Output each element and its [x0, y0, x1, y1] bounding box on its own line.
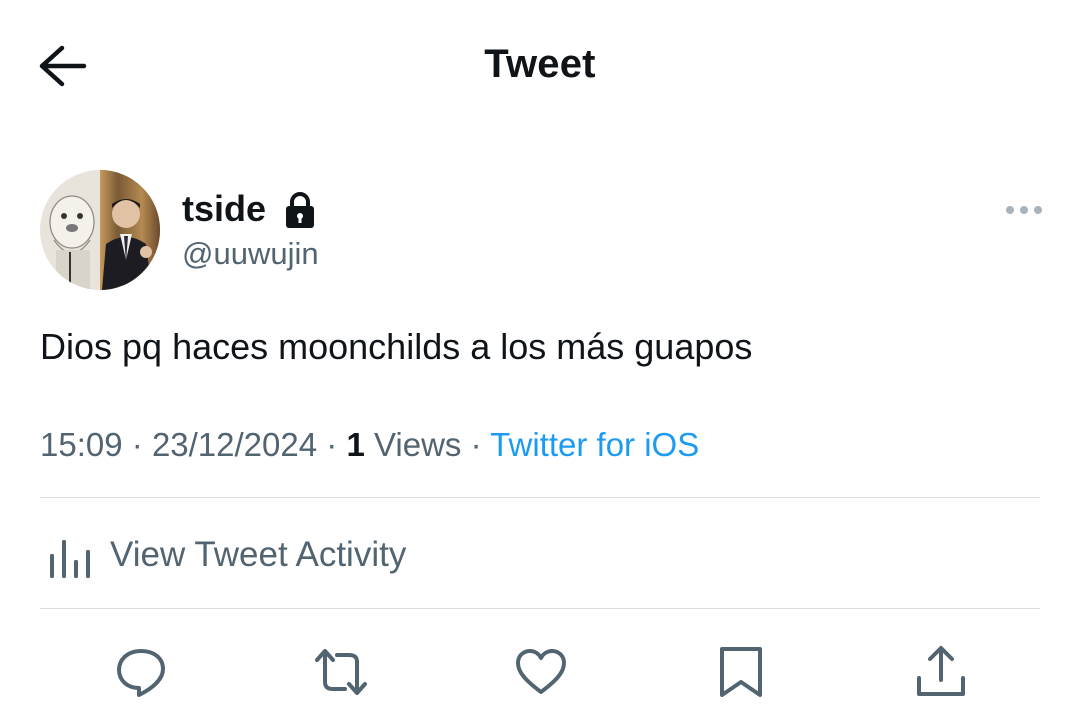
separator: ·: [470, 426, 482, 463]
tweet-text: Dios pq haces moonchilds a los más guapo…: [40, 326, 753, 367]
share-icon: [917, 646, 965, 696]
bar-chart-icon: [50, 540, 90, 578]
separator: ·: [131, 426, 143, 463]
more-icon: [1006, 206, 1042, 214]
share-button[interactable]: [913, 644, 969, 700]
more-options-button[interactable]: [1004, 200, 1044, 220]
tweet-date[interactable]: 23/12/2024: [152, 426, 317, 463]
page-title: Tweet: [484, 42, 596, 86]
separator: ·: [326, 426, 338, 463]
tweet-metadata: 15:09 · 23/12/2024 · 1 Views · Twitter f…: [40, 424, 699, 466]
views-label: Views: [373, 426, 462, 463]
retweet-icon: [315, 649, 367, 695]
reply-button[interactable]: [113, 644, 169, 700]
view-tweet-activity-label: View Tweet Activity: [110, 535, 407, 574]
view-tweet-activity-button[interactable]: View Tweet Activity: [40, 520, 1040, 598]
reply-icon: [117, 649, 165, 697]
divider: [40, 608, 1040, 609]
avatar[interactable]: [40, 170, 160, 290]
views-count: 1: [346, 426, 365, 463]
heart-icon: [516, 649, 566, 694]
tweet-time[interactable]: 15:09: [40, 426, 123, 463]
author-handle[interactable]: @uuwujin: [182, 236, 319, 272]
bookmark-button[interactable]: [713, 644, 769, 700]
avatar-image: [40, 170, 160, 290]
top-bar: Tweet: [0, 0, 1080, 130]
divider: [40, 497, 1040, 498]
retweet-button[interactable]: [313, 644, 369, 700]
author-display-name[interactable]: tside: [182, 189, 266, 229]
bookmark-icon: [720, 647, 762, 697]
tweet-source-link[interactable]: Twitter for iOS: [490, 426, 699, 463]
lock-icon: [286, 192, 314, 228]
like-button[interactable]: [513, 644, 569, 700]
